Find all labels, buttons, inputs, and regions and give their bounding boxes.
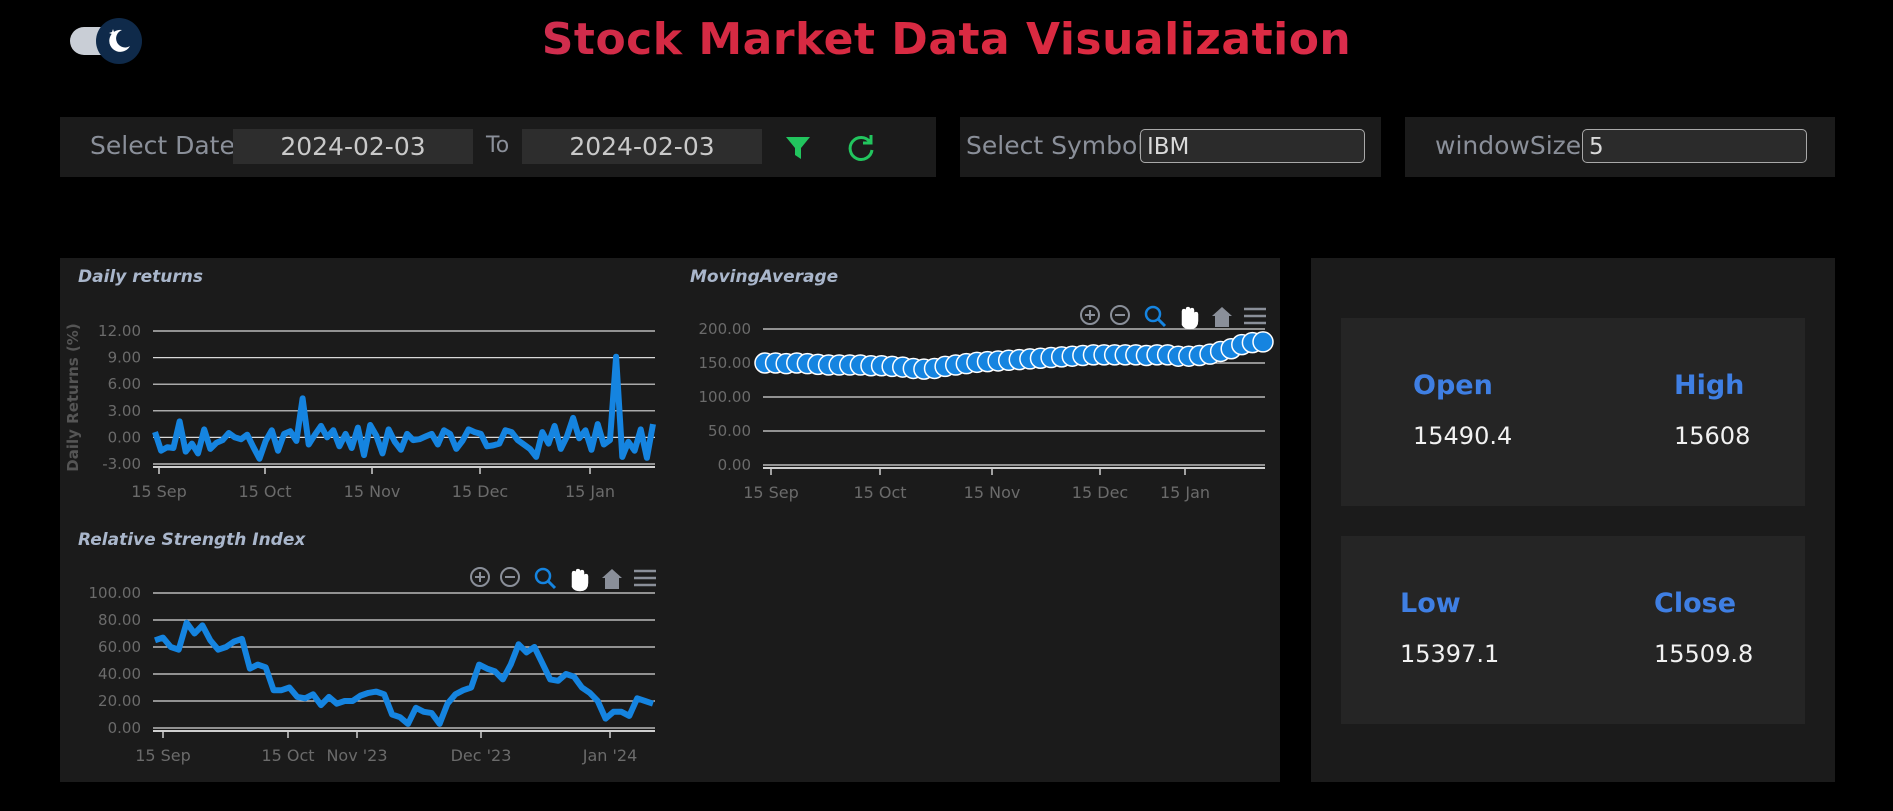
symbol-panel: Select Symbol IBM [960,117,1381,177]
stats-panel: Open 15490.4 High 15608 Low 15397.1 Clos… [1311,258,1835,782]
chart-title: Daily returns [78,267,203,287]
x-tick-label: 15 Dec [1072,483,1128,502]
pan-icon[interactable] [1181,306,1199,330]
high-value: 15608 [1674,422,1751,450]
y-tick-label: 100.00 [699,388,752,406]
menu-lines [634,569,656,587]
home-shape [602,569,622,589]
x-tick-label: 15 Sep [743,483,799,502]
y-tick-label: 150.00 [699,354,752,372]
select-symbol-label: Select Symbol [966,131,1145,160]
charts-svg: Daily returns Daily Returns (%) 12.00 9.00 6… [64,267,1274,765]
zoom-out-icon[interactable] [1110,305,1130,325]
page-title: Stock Market Data Visualization [0,14,1893,65]
close-label: Close [1654,588,1737,619]
x-tick-label: 15 Oct [238,482,291,501]
y-tick-label: 12.00 [98,322,141,340]
select-date-label: Select Date [90,131,235,160]
low-value: 15397.1 [1400,640,1500,668]
home-icon[interactable] [602,569,622,589]
y-tick-label: 50.00 [708,422,751,440]
series-line [152,353,656,462]
chart-toolbar [1080,305,1266,330]
y-tick-label: 6.00 [108,375,141,393]
x-tick-label: Jan '24 [582,746,638,765]
menu-icon[interactable] [634,569,656,587]
x-tick-label: 15 Jan [1160,483,1210,502]
date-to-input[interactable]: 2024-02-03 [522,129,762,164]
high-label: High [1674,370,1745,401]
y-tick-label: 3.00 [108,402,141,420]
zoom-in-icon[interactable] [470,567,490,587]
data-point [1252,331,1274,353]
menu-lines [1244,307,1266,325]
window-size-panel: windowSize 5 [1405,117,1835,177]
open-high-card: Open 15490.4 High 15608 [1341,318,1805,506]
open-value: 15490.4 [1413,422,1513,450]
home-icon[interactable] [1212,307,1232,327]
x-tick-label: 15 Oct [853,483,906,502]
chart-title: MovingAverage [690,267,838,287]
x-tick-label: 15 Dec [452,482,508,501]
filter-icon[interactable] [784,134,812,162]
y-tick-label: 40.00 [98,665,141,683]
refresh-icon[interactable] [846,133,876,163]
y-tick-label: 80.00 [98,611,141,629]
zoom-select-icon[interactable] [534,567,557,590]
x-tick-label: 15 Nov [964,483,1021,502]
date-from-input[interactable]: 2024-02-03 [233,129,473,164]
charts-panel: Daily returns Daily Returns (%) 12.00 9.00 6… [60,258,1280,782]
zoom-select-icon[interactable] [1144,305,1167,328]
close-value: 15509.8 [1654,640,1754,668]
y-tick-label: 200.00 [699,320,752,338]
y-axis-label: Daily Returns (%) [64,323,82,471]
x-tick-label: 15 Sep [131,482,187,501]
pan-hand [1181,306,1199,330]
y-tick-label: 0.00 [108,428,141,446]
y-tick-label: 9.00 [108,349,141,367]
y-tick-label: 20.00 [98,692,141,710]
zoom-in-plus [1085,310,1095,320]
chart-title: Relative Strength Index [78,530,306,550]
y-tick-label: 0.00 [108,719,141,737]
window-size-input[interactable]: 5 [1582,129,1807,163]
series-line [154,619,654,727]
zoom-lens [1144,305,1162,323]
zoom-in-icon[interactable] [1080,305,1100,325]
pan-icon[interactable] [571,568,589,592]
x-tick-label: Nov '23 [326,746,387,765]
low-close-card: Low 15397.1 Close 15509.8 [1341,536,1805,724]
open-label: Open [1413,370,1493,401]
menu-icon[interactable] [1244,307,1266,325]
zoom-in-plus [475,572,485,582]
y-tick-label: -3.00 [102,455,141,473]
zoom-lens [534,567,552,585]
x-tick-label: 15 Oct [261,746,314,765]
x-tick-label: 15 Nov [344,482,401,501]
symbol-input[interactable]: IBM [1140,129,1365,163]
pan-hand [571,568,589,592]
x-tick-label: 15 Jan [565,482,615,501]
y-tick-label: 60.00 [98,638,141,656]
x-tick-label: 15 Sep [135,746,191,765]
to-label: To [486,133,510,158]
home-shape [1212,307,1232,327]
chart-toolbar [470,567,656,592]
zoom-out-icon[interactable] [500,567,520,587]
x-tick-label: Dec '23 [451,746,512,765]
y-tick-label: 0.00 [718,456,751,474]
low-label: Low [1400,588,1461,619]
zoom-handle [546,579,557,590]
zoom-handle [1156,317,1167,328]
y-tick-label: 100.00 [89,584,142,602]
date-filter-panel: Select Date 2024-02-03 To 2024-02-03 [60,117,936,177]
window-size-label: windowSize [1435,131,1582,160]
